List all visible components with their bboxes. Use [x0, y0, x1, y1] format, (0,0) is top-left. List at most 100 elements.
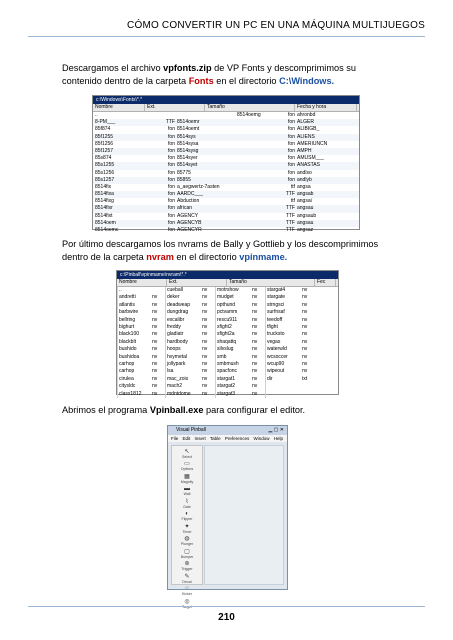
nvram-file-name[interactable]: strngsci [265, 301, 301, 310]
nvram-file-name[interactable] [265, 383, 301, 391]
nvram-file-name[interactable]: stargat2 [215, 383, 251, 391]
nvram-file-name[interactable]: blackblt [117, 338, 151, 347]
column-nombre[interactable]: Nombre [93, 104, 145, 111]
tool-button[interactable]: ▦ Magnify [172, 471, 202, 484]
file-row[interactable]: 85s1256 fon 85775 fon andlso [93, 170, 359, 177]
nvram-file-name[interactable]: spacfonc [215, 368, 251, 376]
file-row[interactable]: .. 8514oemg fon ahronbd [93, 112, 359, 119]
nvram-file-name[interactable]: smbmush [215, 361, 251, 369]
nvram-file-name[interactable]: stargat4 [265, 287, 301, 295]
file-row[interactable]: 85f1256 fon 8514sysa fon AMERIUNCN [93, 141, 359, 148]
tool-button[interactable]: ▢ Bumper [172, 546, 202, 559]
column-tamano[interactable]: Tamaño [205, 104, 295, 111]
nvram-file-name[interactable]: bushido [117, 346, 151, 354]
nvram-file-name[interactable]: smb [215, 353, 251, 362]
tool-button[interactable]: ⁘ Kicker [172, 584, 202, 596]
nvram-file-name[interactable]: pctvamm [215, 309, 251, 317]
tool-button[interactable]: ✦ Timer [172, 521, 202, 534]
nvram-file-name[interactable]: atlantis [117, 301, 151, 310]
file-row[interactable]: 8514fixr fon african TTF angsau [93, 205, 359, 213]
nvram-file-name[interactable]: mac_zois [165, 375, 201, 384]
nvram-file-name[interactable]: hardbody [165, 338, 201, 347]
nvram-file-name[interactable]: wipeout [265, 368, 301, 376]
column-fecha[interactable]: Fecha y hora [295, 104, 357, 111]
nvram-file-name[interactable]: bushidoa [117, 353, 151, 362]
tool-button[interactable]: ◐ Flipper [172, 509, 202, 521]
menu-bar[interactable]: File Edit Insert Table Preferences Windo… [168, 435, 287, 442]
file-row[interactable]: 8-PM___ TTF 8514oemr fon ALGER [93, 119, 359, 127]
nvram-file-name[interactable]: gladiatr [165, 331, 201, 339]
file-row[interactable]: 8514fixg fon Abduction ttf angsai [93, 198, 359, 205]
nvram-file-name[interactable]: shaqattq [215, 338, 251, 347]
nvram-file-name[interactable]: wcsoccer [265, 353, 301, 362]
nvram-file-name[interactable]: carhop [117, 368, 151, 376]
nvram-file-name[interactable]: mdntdome [165, 390, 201, 399]
tool-button[interactable]: ▭ Options [172, 459, 202, 471]
file-row[interactable]: 8514fix fon a_aegwertz-7asten ttf angsa [93, 184, 359, 191]
column-tamano[interactable]: Tamaño [227, 279, 315, 286]
nvram-file-name[interactable]: surfnsaf [265, 309, 301, 317]
file-row[interactable]: 8514oem fon AGENCYB TTF angsau [93, 219, 359, 227]
file-row[interactable]: 8514fixt fon AGENCY TTF angsaub [93, 213, 359, 220]
file-row[interactable]: 85s1257 fon 85855 fon andlyb [93, 176, 359, 184]
nvram-file-name[interactable]: jollypark [165, 361, 201, 369]
column-fecha[interactable]: Fec [315, 279, 336, 286]
nvram-file-name[interactable]: dungdrag [165, 309, 201, 317]
nvram-file-name[interactable]: stargate [265, 294, 301, 302]
tool-button[interactable]: ✎ Decal [172, 571, 202, 584]
file-row[interactable]: 85f1257 fon 8514sysg fon AMPH [93, 147, 359, 156]
nvram-file-name[interactable]: black100 [117, 331, 151, 339]
nvram-file-name[interactable]: trucksto [265, 331, 301, 339]
column-nombre[interactable]: Nombre [117, 279, 167, 286]
file-row[interactable]: 8514oemc fon AGENCYR TTF angsaz [93, 227, 359, 234]
nvram-file-name[interactable]: mudget [215, 294, 251, 302]
nvram-file-name[interactable]: lsa [165, 368, 201, 376]
tool-button[interactable]: ◍ Plunger [172, 534, 202, 546]
nvram-file-name[interactable]: vegas [265, 338, 301, 347]
nvram-file-name[interactable]: dir [265, 375, 301, 384]
file-row[interactable]: 85f874 fon 8514oemt fon ALIBIGB_ [93, 126, 359, 133]
nvram-file-name[interactable]: waterwld [265, 346, 301, 354]
nvram-file-name[interactable]: bellring [117, 316, 151, 325]
nvram-file-name[interactable]: silvslug [215, 346, 251, 354]
file-row[interactable]: 8514fixa fon AARDC___ TTF angsab [93, 191, 359, 199]
nvram-file-name[interactable]: andretti [117, 294, 151, 302]
nvram-file-name[interactable]: freddy [165, 324, 201, 332]
nvram-file-name[interactable]: .. [117, 287, 151, 295]
tool-button[interactable]: ⌇ Gate [172, 496, 202, 509]
nvram-file-name[interactable]: bighurt [117, 324, 151, 332]
nvram-file-name[interactable]: barbwire [117, 309, 151, 317]
nvram-file-name[interactable]: class1812 [117, 390, 151, 399]
nvram-file-name[interactable]: excalibr [165, 316, 201, 325]
nvram-file-name[interactable]: teedoff [265, 316, 301, 325]
tool-button[interactable]: ▬ Wall [172, 484, 202, 496]
nvram-file-name[interactable]: citysldc [117, 383, 151, 391]
nvram-file-name[interactable]: sfight2a [215, 331, 251, 339]
nvram-file-name[interactable]: rescu911 [215, 316, 251, 325]
nvram-file-name[interactable]: sfight2 [215, 324, 251, 332]
nvram-file-name[interactable]: cueball [165, 287, 201, 295]
nvram-file-name[interactable]: hoops [165, 346, 201, 354]
nvram-file-name[interactable]: cirulea [117, 375, 151, 384]
nvram-file-name[interactable]: stargat1 [215, 375, 251, 384]
file-row[interactable]: 85s1255 fon 8514syet fon ANASTAS [93, 162, 359, 170]
nvram-file-name[interactable]: deadweap [165, 301, 201, 310]
file-row[interactable]: 85s874 fon 8514syer fon AMUSM___ [93, 155, 359, 162]
nvram-file-name[interactable]: tfight [265, 324, 301, 332]
nvram-file-name[interactable]: opthund [215, 301, 251, 310]
nvram-file-name[interactable]: hvymetal [165, 353, 201, 362]
tool-button[interactable]: ↖ Select [172, 446, 202, 459]
nvram-file-name[interactable]: stargat3 [215, 390, 251, 399]
nvram-file-name[interactable] [265, 390, 301, 399]
column-ext[interactable]: Ext. [145, 104, 205, 111]
nvram-file-name[interactable]: motrshow [215, 287, 251, 295]
nvram-file-name[interactable]: carhop [117, 361, 151, 369]
nvram-file-name[interactable]: wcup90 [265, 361, 301, 369]
editor-canvas[interactable] [204, 445, 284, 585]
file-row[interactable]: 85f1255 fon 8514sys fon ALIENS [93, 133, 359, 141]
nvram-file-name[interactable]: mach2 [165, 383, 201, 391]
tool-button[interactable]: ⊚ Trigger [172, 559, 202, 571]
window-controls-icon[interactable]: ▁ ▢ ✕ [268, 426, 284, 435]
column-ext[interactable]: Ext. [167, 279, 227, 286]
nvram-file-name[interactable]: deker [165, 294, 201, 302]
